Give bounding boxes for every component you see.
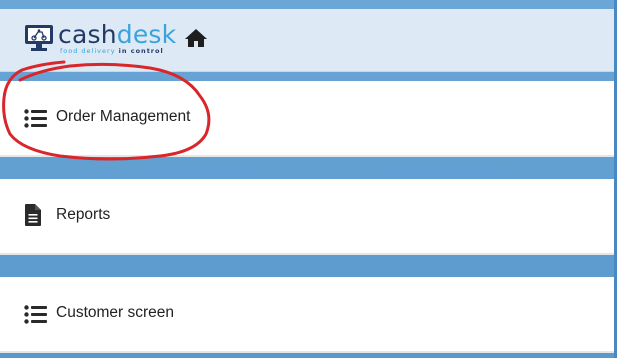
document-icon xyxy=(25,204,41,226)
brand-part-desk: desk xyxy=(116,20,177,49)
brand-tagline: food delivery in control xyxy=(60,47,164,55)
menu-item-order-management[interactable]: Order Management xyxy=(0,81,614,157)
menu-item-label: Customer screen xyxy=(56,304,175,321)
brand-name: cashdesk xyxy=(58,20,176,50)
app-header: cashdesk food delivery in control xyxy=(0,9,617,72)
tagline-part-2: in control xyxy=(118,47,164,55)
menu-item-label: Order Management xyxy=(56,108,191,125)
monitor-scooter-logo-icon xyxy=(25,25,53,51)
list-icon xyxy=(24,305,47,324)
brand-part-cash: cash xyxy=(58,20,117,49)
menu-item-reports[interactable]: Reports xyxy=(0,179,614,255)
home-icon[interactable] xyxy=(184,28,208,48)
cashdesk-logo[interactable]: cashdesk food delivery in control xyxy=(24,20,176,56)
list-icon xyxy=(24,109,47,128)
tagline-part-1: food delivery xyxy=(60,47,116,55)
menu-item-customer-screen[interactable]: Customer screen xyxy=(0,277,614,353)
menu-item-label: Reports xyxy=(56,206,111,223)
